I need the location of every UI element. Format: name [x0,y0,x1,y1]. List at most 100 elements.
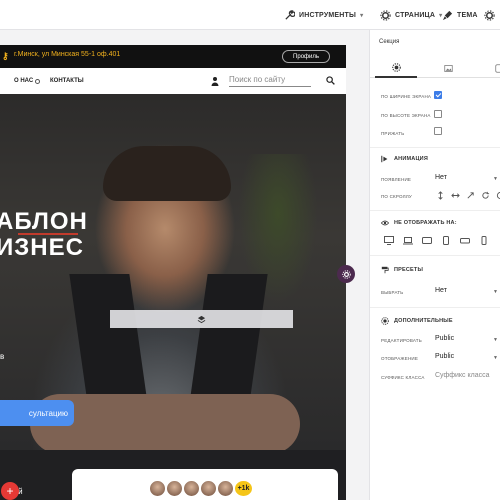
presets-select[interactable]: Нет [435,287,447,294]
site-navbar: О НАС КОНТАКТЫ Поиск по сайту [0,68,346,94]
additional-heading: ДОПОЛНИТЕЛЬНЫЕ [381,317,453,325]
chevron-down-icon: ▼ [493,355,498,361]
style-icon [494,63,500,73]
panel-tabs [370,58,500,78]
presets-choose-label: ВЫБРАТЬ [381,290,404,295]
consultation-button[interactable]: сультацию [0,400,74,426]
rotate-icon[interactable] [481,191,490,200]
class-suffix-label: СУФФИКС КЛАССА [381,375,425,380]
tab-style[interactable] [478,58,500,78]
tab-settings[interactable] [375,58,417,78]
panel-title: Секция [379,39,400,45]
sticky-checkbox[interactable] [434,127,442,135]
brush-icon [442,10,453,20]
page-menu[interactable]: СТРАНИЦА ▾ [380,9,442,21]
hero-title-line: ИЗНЕС [0,234,84,261]
layers-icon [197,315,206,323]
info-bar: ⚷ г.Минск, ул Минская 55-1 оф.401 Профил… [0,45,346,68]
move-horizontal-icon[interactable] [451,191,460,200]
title-underline [18,233,78,235]
phone-portrait-icon[interactable] [479,236,489,245]
fade-icon[interactable] [496,191,500,200]
gear-icon [380,9,391,21]
tablet-landscape-icon[interactable] [422,236,432,245]
chevron-down-icon: ▾ [360,12,364,19]
scroll-label: ПО СКРОЛЛУ [381,194,412,199]
hero-subtitle: в [0,352,5,361]
option-label: ПО ВЫСОТЕ ЭКРАНА [381,113,431,118]
device-visibility-options [384,236,489,245]
divider [370,147,500,148]
tools-menu[interactable]: ИНСТРУМЕНТЫ ▾ [284,9,363,21]
paint-roller-icon [381,266,389,274]
full-height-checkbox[interactable] [434,110,442,118]
user-icon[interactable] [211,76,219,86]
appear-label: ПОЯВЛЕНИЕ [381,177,412,182]
presets-heading-label: ПРЕСЕТЫ [394,267,424,273]
presets-heading: ПРЕСЕТЫ [381,266,423,274]
gear-icon [484,9,495,21]
option-label: ПО ШИРИНЕ ЭКРАНА [381,94,432,99]
address-text: г.Минск, ул Минская 55-1 оф.401 [14,51,121,58]
chevron-down-icon: ▼ [493,176,498,182]
theme-label: ТЕМА [457,11,478,19]
hide-on-heading-label: НЕ ОТОБРАЖАТЬ НА: [394,220,457,226]
additional-heading-label: ДОПОЛНИТЕЛЬНЫЕ [394,318,453,324]
display-access-select[interactable]: Public [435,353,454,360]
divider [370,307,500,308]
page-menu-label: СТРАНИЦА [395,11,436,19]
builder-topbar: ИНСТРУМЕНТЫ ▾ СТРАНИЦА ▾ ТЕМА [0,0,500,30]
search-icon[interactable] [326,76,335,85]
site-preview: ⚷ г.Минск, ул Минская 55-1 оф.401 Профил… [0,45,346,500]
gear-icon [341,269,351,279]
section-settings-handle[interactable] [337,265,355,283]
eye-icon [381,220,389,226]
settings-button[interactable] [484,9,495,21]
nav-item-label: О НАС [14,78,34,84]
tablet-portrait-icon[interactable] [441,236,451,245]
settings-panel: Секция ПО ШИРИНЕ ЭКРАНА ПО ВЫСОТЕ ЭКРАНА… [369,30,500,500]
edit-access-select[interactable]: Public [435,335,454,342]
avatar-count-badge: +1k [233,479,254,498]
full-width-checkbox[interactable] [434,91,442,99]
chevron-down-icon [35,78,41,84]
class-suffix-input[interactable]: Суффикс класса [435,372,490,379]
tab-background[interactable] [427,58,469,78]
hero-image-part [103,146,231,201]
animation-heading: АНИМАЦИЯ [381,155,428,163]
move-vertical-icon[interactable] [436,191,445,200]
section-toolbar[interactable] [110,310,293,328]
nav-item-contacts[interactable]: КОНТАКТЫ [50,78,84,84]
profile-button[interactable]: Профиль [282,50,330,63]
laptop-icon[interactable] [403,236,413,245]
scroll-animation-options [436,191,500,200]
divider [370,255,500,256]
avatar-group: +1k [148,479,254,498]
theme-button[interactable]: ТЕМА [442,9,478,21]
chevron-down-icon: ▼ [493,337,498,343]
phone-landscape-icon[interactable] [460,236,470,245]
add-button[interactable]: + [1,482,19,500]
animation-icon [381,155,388,163]
option-label: ПРИЖАТЬ [381,131,405,136]
appear-select[interactable]: Нет [435,174,447,181]
chevron-down-icon: ▼ [493,289,498,295]
hide-on-heading: НЕ ОТОБРАЖАТЬ НА: [381,219,457,227]
hero-section[interactable]: АБЛОН ИЗНЕС в сультацию [0,94,346,450]
scale-icon[interactable] [466,191,475,200]
desktop-icon[interactable] [384,236,394,245]
animation-heading-label: АНИМАЦИЯ [394,156,428,162]
nav-item-about[interactable]: О НАС [14,78,41,84]
gear-icon [391,62,401,72]
hero-title: АБЛОН ИЗНЕС [0,209,88,261]
logo-icon: ⚷ [2,51,9,61]
display-access-label: ОТОБРАЖЕНИЕ [381,356,419,361]
divider [370,210,500,211]
hero-title-line: АБЛОН [0,208,88,235]
edit-access-label: РЕДАКТИРОВАТЬ [381,338,422,343]
gear-icon [381,317,389,325]
site-search-input[interactable]: Поиск по сайту [229,75,311,87]
wrench-icon [285,9,295,20]
image-icon [443,64,453,72]
tools-menu-label: ИНСТРУМЕНТЫ [299,11,357,19]
